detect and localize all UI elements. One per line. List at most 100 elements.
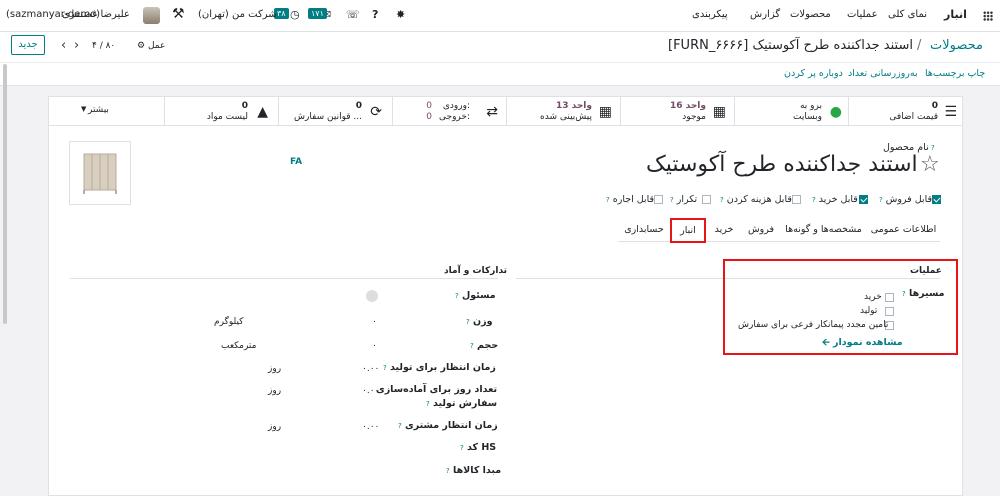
outgoing-label: خروجی: — [439, 112, 470, 122]
tab-purchase[interactable]: خرید — [706, 218, 742, 242]
mfg-prep-label-2: ? سفارش تولید — [426, 398, 498, 409]
update-quantity-button[interactable]: به‌روزرسانی تعداد — [848, 68, 918, 79]
origin-label: ? مبدا کالاها — [446, 465, 502, 476]
sale-ok-checkbox[interactable] — [932, 195, 941, 204]
globe-icon: ● — [829, 104, 842, 120]
forecast-label: پیش‌بینی شده — [540, 112, 592, 122]
smart-button-box: ☰ 0 قیمت اضافی ● برو به وبسایت ▦ 16 واحد… — [48, 96, 963, 126]
on-hand-label: موجود — [682, 112, 706, 122]
top-navbar: انبار نمای کلی عملیات محصولات گزارش پیکر… — [0, 0, 1000, 32]
gear-icon: ⚙ — [137, 41, 146, 51]
hs-code-label: ? کد HS — [460, 442, 497, 453]
breadcrumb-parent[interactable]: محصولات — [930, 38, 983, 53]
mfg-lead-unit: روز — [268, 364, 282, 374]
pager-next-icon[interactable]: › — [74, 38, 79, 53]
mfg-lead-value[interactable]: ۰.۰۰ — [362, 364, 379, 374]
debug-bug-icon[interactable]: ✸ — [396, 8, 405, 21]
tab-accounting[interactable]: حسابداری — [618, 218, 670, 242]
logistics-divider — [70, 278, 498, 279]
more-label: بیشتر — [88, 105, 109, 115]
list-icon: ☰ — [944, 104, 957, 120]
recurring-checkbox[interactable] — [702, 195, 711, 204]
rules-value: 0 — [355, 101, 362, 111]
phone-icon[interactable]: ☏ — [346, 8, 360, 21]
recurring-label: ? تکرار — [670, 194, 698, 205]
purchase-ok-label: ? قابل خرید — [812, 194, 858, 205]
breadcrumb-separator: / — [917, 38, 922, 53]
outgoing-value: 0 — [426, 112, 432, 122]
website-line1: برو به — [799, 101, 822, 111]
expense-label: ? قابل هزینه کردن — [720, 194, 792, 205]
flask-icon: ▲ — [257, 104, 268, 120]
new-button[interactable]: جدید — [11, 35, 45, 55]
refresh-icon: ⟳ — [370, 104, 382, 120]
pager-prev-icon[interactable]: ‹ — [61, 38, 66, 53]
volume-unit: مترمکعب — [221, 341, 257, 351]
incoming-label: ورودی: — [442, 101, 470, 111]
tab-general-info[interactable]: اطلاعات عمومی — [867, 218, 940, 242]
extra-price-value: 0 — [931, 101, 938, 111]
replenish-button[interactable]: دوباره پر کردن — [784, 68, 843, 79]
gear-label: عمل — [147, 41, 166, 51]
gear-action-menu[interactable]: ⚙ عمل — [137, 41, 165, 51]
menu-reporting[interactable]: گزارش — [750, 9, 780, 20]
volume-label: ? حجم — [470, 340, 499, 351]
rent-ok-checkbox[interactable] — [654, 195, 663, 204]
menu-products[interactable]: محصولات — [790, 9, 831, 20]
highlight-inventory-tab — [670, 218, 706, 243]
reordering-rules-button[interactable]: ⟳ 0 قوانین سفارش ... — [278, 96, 392, 126]
weight-value[interactable]: ۰ — [372, 317, 377, 327]
highlight-operations-group — [723, 259, 958, 355]
cubes-icon: ▦ — [712, 104, 726, 120]
tools-icon[interactable]: ⚒ — [172, 6, 185, 22]
exchange-icon: ⇄ — [486, 104, 498, 120]
help-tooltip-icon[interactable]: ? — [929, 144, 935, 152]
app-name[interactable]: انبار — [944, 8, 967, 21]
rent-ok-label: ? قابل اجاره — [606, 194, 655, 205]
purchase-ok-checkbox[interactable] — [859, 195, 868, 204]
incoming-value: 0 — [426, 101, 432, 111]
notebook-tabs: اطلاعات عمومی مشخصه‌ها و گونه‌ها فروش خر… — [618, 218, 940, 242]
mfg-lead-label: ? زمان انتظار برای تولید — [383, 362, 496, 373]
responsible-avatar[interactable] — [366, 290, 378, 302]
more-button[interactable]: بیشتر ▼ — [48, 96, 164, 126]
clock-activity-icon[interactable]: ◷ — [290, 8, 300, 21]
extra-price-button[interactable]: ☰ 0 قیمت اضافی — [848, 96, 963, 126]
caret-down-icon: ▼ — [81, 105, 87, 113]
menu-configuration[interactable]: پیکربندی — [692, 9, 728, 20]
on-hand-button[interactable]: ▦ 16 واحد موجود — [620, 96, 734, 126]
menu-overview[interactable]: نمای کلی — [888, 9, 927, 20]
website-line2: وبسایت — [793, 112, 822, 122]
bom-button[interactable]: ▲ 0 لیست مواد — [164, 96, 278, 126]
cubes-forecast-icon: ▦ — [598, 104, 612, 120]
weight-unit: کیلوگرم — [214, 317, 244, 327]
extra-price-label: قیمت اضافی — [889, 112, 938, 122]
user-avatar[interactable] — [143, 7, 160, 24]
print-labels-button[interactable]: چاپ برچسب‌ها — [925, 68, 985, 79]
tab-attributes-variants[interactable]: مشخصه‌ها و گونه‌ها — [780, 218, 867, 242]
language-button[interactable]: FA — [290, 157, 302, 167]
forecast-button[interactable]: ▦ 13 واحد پیش‌بینی شده — [506, 96, 620, 126]
logistics-title: تدارکات و آماد — [444, 266, 508, 276]
in-out-button[interactable]: ⇄ ورودی: 0 خروجی: 0 — [392, 96, 506, 126]
pager-value[interactable]: ۴ / ۸۰ — [92, 41, 115, 51]
customer-lead-unit: روز — [268, 422, 282, 432]
company-switcher[interactable]: شرکت من (تهران) — [198, 9, 277, 20]
on-hand-value: 16 واحد — [669, 101, 706, 111]
page-scrollbar[interactable] — [3, 64, 7, 324]
help-icon[interactable]: ? — [372, 8, 378, 21]
mfg-prep-unit: روز — [268, 386, 282, 396]
tab-sales[interactable]: فروش — [742, 218, 780, 242]
messages-badge: ۱۷۱ — [308, 8, 327, 19]
mfg-prep-value[interactable]: ۰.۰۰ — [362, 386, 379, 396]
rules-label: قوانین سفارش ... — [293, 112, 362, 122]
website-button[interactable]: ● برو به وبسایت — [734, 96, 848, 126]
volume-value[interactable]: ۰ — [372, 341, 377, 351]
product-image[interactable] — [69, 141, 131, 205]
menu-operations[interactable]: عملیات — [847, 9, 878, 20]
product-name-input[interactable]: استند جداکننده طرح آکوستیک — [646, 152, 918, 177]
expense-checkbox[interactable] — [792, 195, 801, 204]
favorite-star-icon[interactable]: ☆ — [920, 152, 940, 177]
app-menu-icon[interactable] — [983, 11, 993, 21]
customer-lead-value[interactable]: ۰.۰۰ — [362, 422, 379, 432]
